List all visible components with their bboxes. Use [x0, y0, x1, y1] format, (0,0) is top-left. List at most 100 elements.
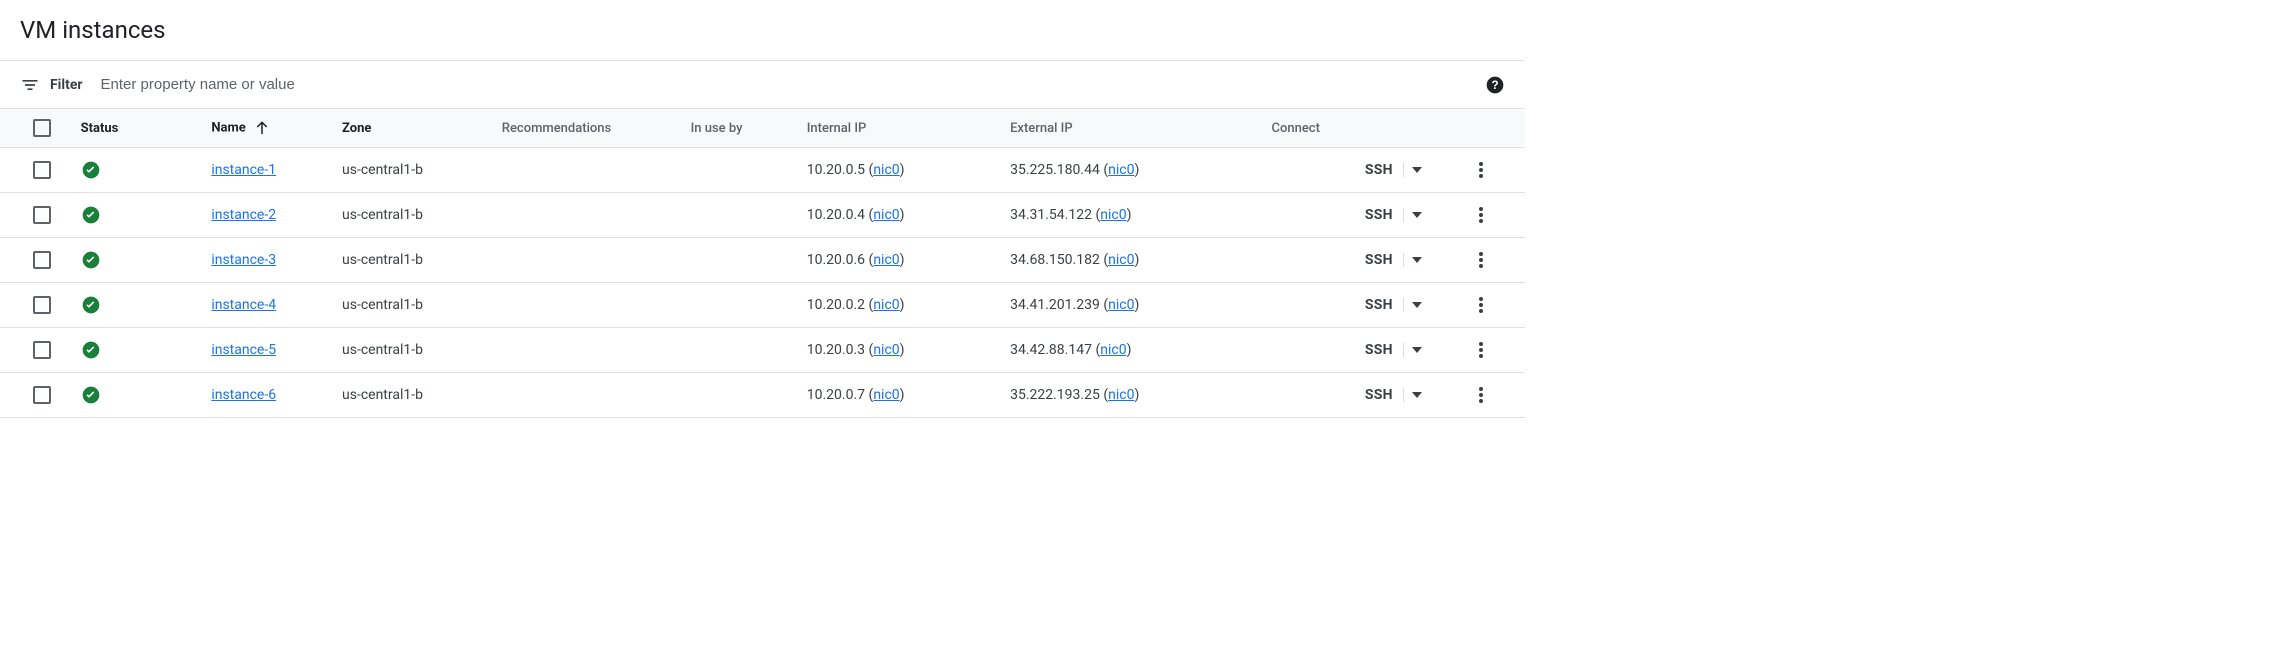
table-row: instance-3 us-central1-b 10.20.0.6 (nic0)3… [0, 238, 1525, 283]
in-use-by-cell [683, 193, 799, 238]
internal-ip-cell: 10.20.0.6 (nic0) [799, 238, 1002, 283]
column-header-recommendations[interactable]: Recommendations [494, 109, 683, 148]
column-header-in-use-by[interactable]: In use by [683, 109, 799, 148]
recommendations-cell [494, 373, 683, 418]
external-ip-cell: 34.31.54.122 (nic0) [1002, 193, 1263, 238]
filter-bar: Filter ? [0, 60, 1525, 108]
internal-ip-cell: 10.20.0.4 (nic0) [799, 193, 1002, 238]
internal-ip-cell: 10.20.0.5 (nic0) [799, 148, 1002, 193]
ssh-button[interactable]: SSH [1355, 248, 1403, 272]
internal-nic-link[interactable]: nic0 [873, 342, 899, 358]
external-nic-link[interactable]: nic0 [1108, 387, 1134, 403]
status-running-icon [81, 295, 196, 315]
external-nic-link[interactable]: nic0 [1108, 252, 1134, 268]
column-header-external-ip[interactable]: External IP [1002, 109, 1263, 148]
ssh-button[interactable]: SSH [1355, 293, 1403, 317]
external-ip-cell: 34.41.201.239 (nic0) [1002, 283, 1263, 328]
more-actions-button[interactable] [1446, 387, 1517, 403]
more-actions-button[interactable] [1446, 252, 1517, 268]
row-checkbox[interactable] [33, 341, 51, 359]
zone-cell: us-central1-b [334, 193, 494, 238]
svg-text:?: ? [1491, 79, 1498, 92]
internal-ip-cell: 10.20.0.2 (nic0) [799, 283, 1002, 328]
internal-nic-link[interactable]: nic0 [873, 297, 899, 313]
row-checkbox[interactable] [33, 161, 51, 179]
zone-cell: us-central1-b [334, 148, 494, 193]
external-ip-cell: 35.225.180.44 (nic0) [1002, 148, 1263, 193]
sort-ascending-icon [249, 120, 271, 135]
row-checkbox[interactable] [33, 206, 51, 224]
external-ip-cell: 34.68.150.182 (nic0) [1002, 238, 1263, 283]
instance-name-link[interactable]: instance-5 [211, 342, 276, 358]
more-actions-button[interactable] [1446, 162, 1517, 178]
column-header-name-label: Name [211, 120, 245, 135]
more-actions-button[interactable] [1446, 342, 1517, 358]
external-ip-cell: 35.222.193.25 (nic0) [1002, 373, 1263, 418]
instance-name-link[interactable]: instance-6 [211, 387, 276, 403]
external-nic-link[interactable]: nic0 [1108, 297, 1134, 313]
recommendations-cell [494, 328, 683, 373]
column-header-connect[interactable]: Connect [1264, 109, 1438, 148]
row-checkbox[interactable] [33, 251, 51, 269]
ssh-dropdown-button[interactable] [1403, 298, 1430, 312]
column-header-zone[interactable]: Zone [334, 109, 494, 148]
filter-icon [20, 75, 40, 95]
external-ip-cell: 34.42.88.147 (nic0) [1002, 328, 1263, 373]
filter-input[interactable] [99, 75, 1475, 94]
status-running-icon [81, 340, 196, 360]
column-header-internal-ip[interactable]: Internal IP [799, 109, 1002, 148]
zone-cell: us-central1-b [334, 238, 494, 283]
internal-ip-cell: 10.20.0.7 (nic0) [799, 373, 1002, 418]
instance-name-link[interactable]: instance-1 [211, 162, 276, 178]
table-row: instance-6 us-central1-b 10.20.0.7 (nic0)3… [0, 373, 1525, 418]
column-header-status[interactable]: Status [73, 109, 204, 148]
column-header-name[interactable]: Name [203, 109, 334, 148]
in-use-by-cell [683, 148, 799, 193]
instance-name-link[interactable]: instance-4 [211, 297, 276, 313]
internal-nic-link[interactable]: nic0 [873, 207, 899, 223]
recommendations-cell [494, 238, 683, 283]
select-all-checkbox[interactable] [33, 119, 51, 137]
status-running-icon [81, 205, 196, 225]
help-icon[interactable]: ? [1485, 75, 1505, 95]
page-title: VM instances [0, 0, 1525, 60]
more-actions-button[interactable] [1446, 297, 1517, 313]
external-nic-link[interactable]: nic0 [1108, 162, 1134, 178]
row-checkbox[interactable] [33, 386, 51, 404]
vm-instances-table: Status Name Zone Recommendations In use … [0, 108, 1525, 418]
in-use-by-cell [683, 238, 799, 283]
instance-name-link[interactable]: instance-2 [211, 207, 276, 223]
instance-name-link[interactable]: instance-3 [211, 252, 276, 268]
zone-cell: us-central1-b [334, 373, 494, 418]
zone-cell: us-central1-b [334, 283, 494, 328]
filter-label: Filter [50, 77, 83, 93]
internal-nic-link[interactable]: nic0 [873, 162, 899, 178]
row-checkbox[interactable] [33, 296, 51, 314]
external-nic-link[interactable]: nic0 [1100, 342, 1126, 358]
status-running-icon [81, 160, 196, 180]
recommendations-cell [494, 283, 683, 328]
in-use-by-cell [683, 328, 799, 373]
internal-nic-link[interactable]: nic0 [873, 387, 899, 403]
status-running-icon [81, 385, 196, 405]
zone-cell: us-central1-b [334, 328, 494, 373]
ssh-dropdown-button[interactable] [1403, 388, 1430, 402]
more-actions-button[interactable] [1446, 207, 1517, 223]
table-row: instance-1 us-central1-b 10.20.0.5 (nic0)3… [0, 148, 1525, 193]
table-row: instance-2 us-central1-b 10.20.0.4 (nic0)3… [0, 193, 1525, 238]
in-use-by-cell [683, 373, 799, 418]
status-running-icon [81, 250, 196, 270]
ssh-dropdown-button[interactable] [1403, 253, 1430, 267]
ssh-dropdown-button[interactable] [1403, 163, 1430, 177]
internal-nic-link[interactable]: nic0 [873, 252, 899, 268]
ssh-button[interactable]: SSH [1355, 338, 1403, 362]
in-use-by-cell [683, 283, 799, 328]
ssh-dropdown-button[interactable] [1403, 343, 1430, 357]
external-nic-link[interactable]: nic0 [1100, 207, 1126, 223]
table-row: instance-5us-central1-b10.20.0.3 (nic0)3… [0, 328, 1525, 373]
ssh-dropdown-button[interactable] [1403, 208, 1430, 222]
recommendations-cell [494, 148, 683, 193]
ssh-button[interactable]: SSH [1355, 158, 1403, 182]
ssh-button[interactable]: SSH [1355, 203, 1403, 227]
ssh-button[interactable]: SSH [1355, 383, 1403, 407]
